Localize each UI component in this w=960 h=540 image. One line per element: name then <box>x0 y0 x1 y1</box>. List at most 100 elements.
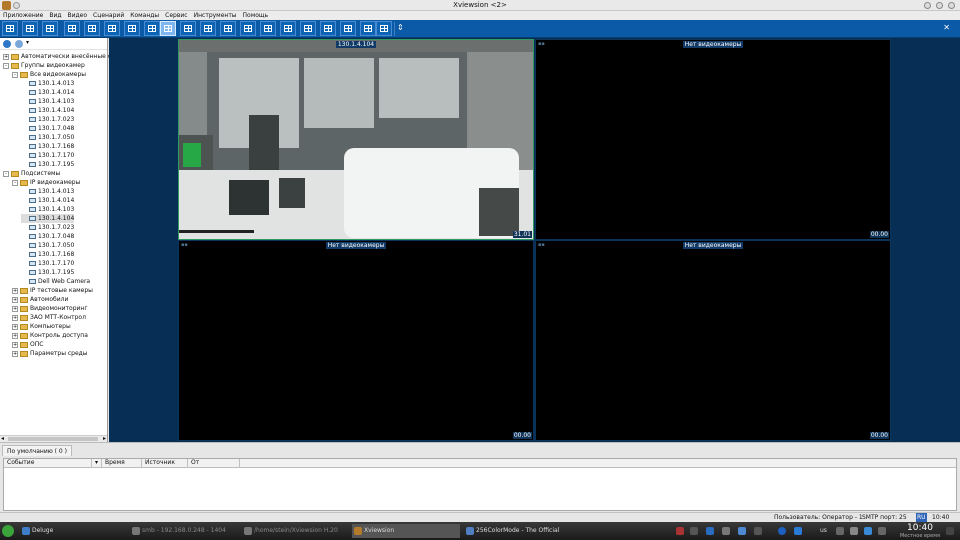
menu-service[interactable]: Сервис <box>165 11 187 20</box>
menu-video[interactable]: Видео <box>68 11 88 20</box>
scroll-right-icon[interactable]: ▸ <box>103 435 106 442</box>
tree-item-camera[interactable]: 130.1.7.170 <box>21 151 74 160</box>
layout-button-10[interactable] <box>180 21 196 36</box>
menu-app[interactable]: Приложение <box>3 11 43 20</box>
layout-button-2x2[interactable] <box>160 21 176 36</box>
column-header-event[interactable]: Событие <box>4 459 92 467</box>
refresh-icon[interactable] <box>3 40 11 48</box>
expand-icon[interactable]: + <box>3 53 9 60</box>
taskbar-item-smb[interactable]: smb - 192.168.0.248 - 1404 <box>130 524 238 538</box>
collapse-icon[interactable]: - <box>12 71 18 78</box>
menu-view[interactable]: Вид <box>49 11 61 20</box>
tree-item-folder[interactable]: + Видеомониторинг <box>12 304 88 313</box>
tree-item-folder[interactable]: + ОПС <box>12 340 43 349</box>
events-tab-default[interactable]: По умолчанию ( 0 ) <box>2 445 72 456</box>
bluetooth-icon[interactable] <box>794 527 802 535</box>
tree-item-folder[interactable]: + Компьютеры <box>12 322 71 331</box>
scrollbar-thumb[interactable] <box>8 437 98 441</box>
layout-button-13[interactable] <box>240 21 256 36</box>
menu-scenario[interactable]: Сценарий <box>93 11 124 20</box>
tree-item-folder[interactable]: + IP тестовые камеры <box>12 286 93 295</box>
tree-item-camera[interactable]: 130.1.7.168 <box>21 250 74 259</box>
tree-item-folder[interactable]: + Контроль доступа <box>12 331 88 340</box>
tree-item-camera[interactable]: 130.1.7.050 <box>21 133 74 142</box>
tree-item-camera[interactable]: 130.1.7.168 <box>21 142 74 151</box>
tree-item-folder[interactable]: + Автоматически внесённые объ <box>3 52 119 61</box>
layout-button-11[interactable] <box>200 21 216 36</box>
tree-item-folder[interactable]: - IP видеокамеры <box>12 178 80 187</box>
tree-item-folder[interactable]: - Все видеокамеры <box>12 70 86 79</box>
tree-item-camera[interactable]: 130.1.7.023 <box>21 223 74 232</box>
tree-item-folder[interactable]: - Группы видеокамер <box>3 61 85 70</box>
taskbar-clock[interactable]: 10:40 Местное время <box>900 523 940 539</box>
show-desktop-icon[interactable] <box>946 527 954 535</box>
toolbar-close-icon[interactable]: ✕ <box>943 23 950 32</box>
tree-item-camera[interactable]: 130.1.4.104 <box>21 106 74 115</box>
notifications-icon[interactable] <box>878 527 886 535</box>
network-icon[interactable] <box>864 527 872 535</box>
collapse-icon[interactable]: - <box>3 170 9 177</box>
video-tile-1[interactable]: 130.1.4.104 31.01 <box>178 39 534 240</box>
tree-item-camera[interactable]: 130.1.4.103 <box>21 97 74 106</box>
hp-icon[interactable] <box>778 527 786 535</box>
collapse-icon[interactable]: - <box>3 62 9 69</box>
tree-item-camera[interactable]: 130.1.4.013 <box>21 79 74 88</box>
tree-item-camera[interactable]: 130.1.7.048 <box>21 124 74 133</box>
column-header-from[interactable]: От <box>188 459 240 467</box>
menu-commands[interactable]: Команды <box>130 11 159 20</box>
expand-icon[interactable]: + <box>12 305 18 312</box>
chevron-down-icon[interactable]: ▾ <box>26 39 29 46</box>
video-tile-4[interactable]: ▪▪ Нет видеокамеры 00.00 <box>535 240 891 441</box>
taskbar-item-deluge[interactable]: Deluge <box>20 524 128 538</box>
tree-item-camera[interactable]: 130.1.7.195 <box>21 268 74 277</box>
layout-button-6[interactable] <box>104 21 120 36</box>
layout-button-17[interactable] <box>320 21 336 36</box>
layout-button-18[interactable] <box>340 21 356 36</box>
tree-item-camera[interactable]: Dell Web Camera <box>21 277 90 286</box>
tree-item-camera[interactable]: 130.1.4.014 <box>21 196 74 205</box>
layout-button-3[interactable] <box>42 21 58 36</box>
layout-button-8[interactable] <box>144 21 160 36</box>
column-sort-icon[interactable]: ▾ <box>92 459 102 467</box>
layout-button-15[interactable] <box>280 21 296 36</box>
battery-icon[interactable] <box>836 527 844 535</box>
wine-icon[interactable] <box>676 527 684 535</box>
tree-item-camera[interactable]: 130.1.7.195 <box>21 160 74 169</box>
toolbar-expand-icon[interactable]: ⇕ <box>397 23 404 32</box>
video-tile-2[interactable]: ▪▪ Нет видеокамеры 00.00 <box>535 39 891 240</box>
tree-item-camera[interactable]: 130.1.4.104 <box>21 214 75 223</box>
layout-button-12[interactable] <box>220 21 236 36</box>
column-header-source[interactable]: Источник <box>142 459 188 467</box>
expand-icon[interactable]: + <box>12 332 18 339</box>
keyboard-layout-label[interactable]: us <box>820 527 827 534</box>
device-icon[interactable] <box>754 527 762 535</box>
video-tile-3[interactable]: ▪▪ Нет видеокамеры 00.00 <box>178 240 534 441</box>
expand-icon[interactable]: + <box>12 296 18 303</box>
expand-icon[interactable]: + <box>12 323 18 330</box>
layout-button-4[interactable] <box>64 21 80 36</box>
expand-icon[interactable]: + <box>12 341 18 348</box>
tree-item-folder[interactable]: + Автомобили <box>12 295 68 304</box>
layout-button-1[interactable] <box>2 21 18 36</box>
taskbar-item-browser[interactable]: 256ColorMode - The Official <box>464 524 576 538</box>
taskbar-item-xviewsion[interactable]: Xviewsion <box>352 524 460 538</box>
tree-item-camera[interactable]: 130.1.4.103 <box>21 205 74 214</box>
scroll-left-icon[interactable]: ◂ <box>1 435 4 442</box>
expand-icon[interactable]: + <box>12 350 18 357</box>
tree-item-camera[interactable]: 130.1.7.050 <box>21 241 74 250</box>
tree-item-folder[interactable]: - Подсистемы <box>3 169 60 178</box>
taskbar-item-terminal[interactable]: /home/stein/Xviewsion H.20 <box>242 524 350 538</box>
gear-icon[interactable] <box>15 40 23 48</box>
clipboard-icon[interactable] <box>722 527 730 535</box>
volume-icon[interactable] <box>850 527 858 535</box>
tree-item-folder[interactable]: + ЗАО МТТ-Контрол <box>12 313 86 322</box>
tree-item-camera[interactable]: 130.1.7.048 <box>21 232 74 241</box>
terminal-icon[interactable] <box>690 527 698 535</box>
tree-item-camera[interactable]: 130.1.7.170 <box>21 259 74 268</box>
layout-button-5[interactable] <box>84 21 100 36</box>
tree-item-folder[interactable]: + Параметры среды <box>12 349 88 358</box>
layout-button-16[interactable] <box>300 21 316 36</box>
tree-item-camera[interactable]: 130.1.7.023 <box>21 115 74 124</box>
layout-button-19[interactable] <box>360 21 376 36</box>
tree-item-camera[interactable]: 130.1.4.013 <box>21 187 74 196</box>
